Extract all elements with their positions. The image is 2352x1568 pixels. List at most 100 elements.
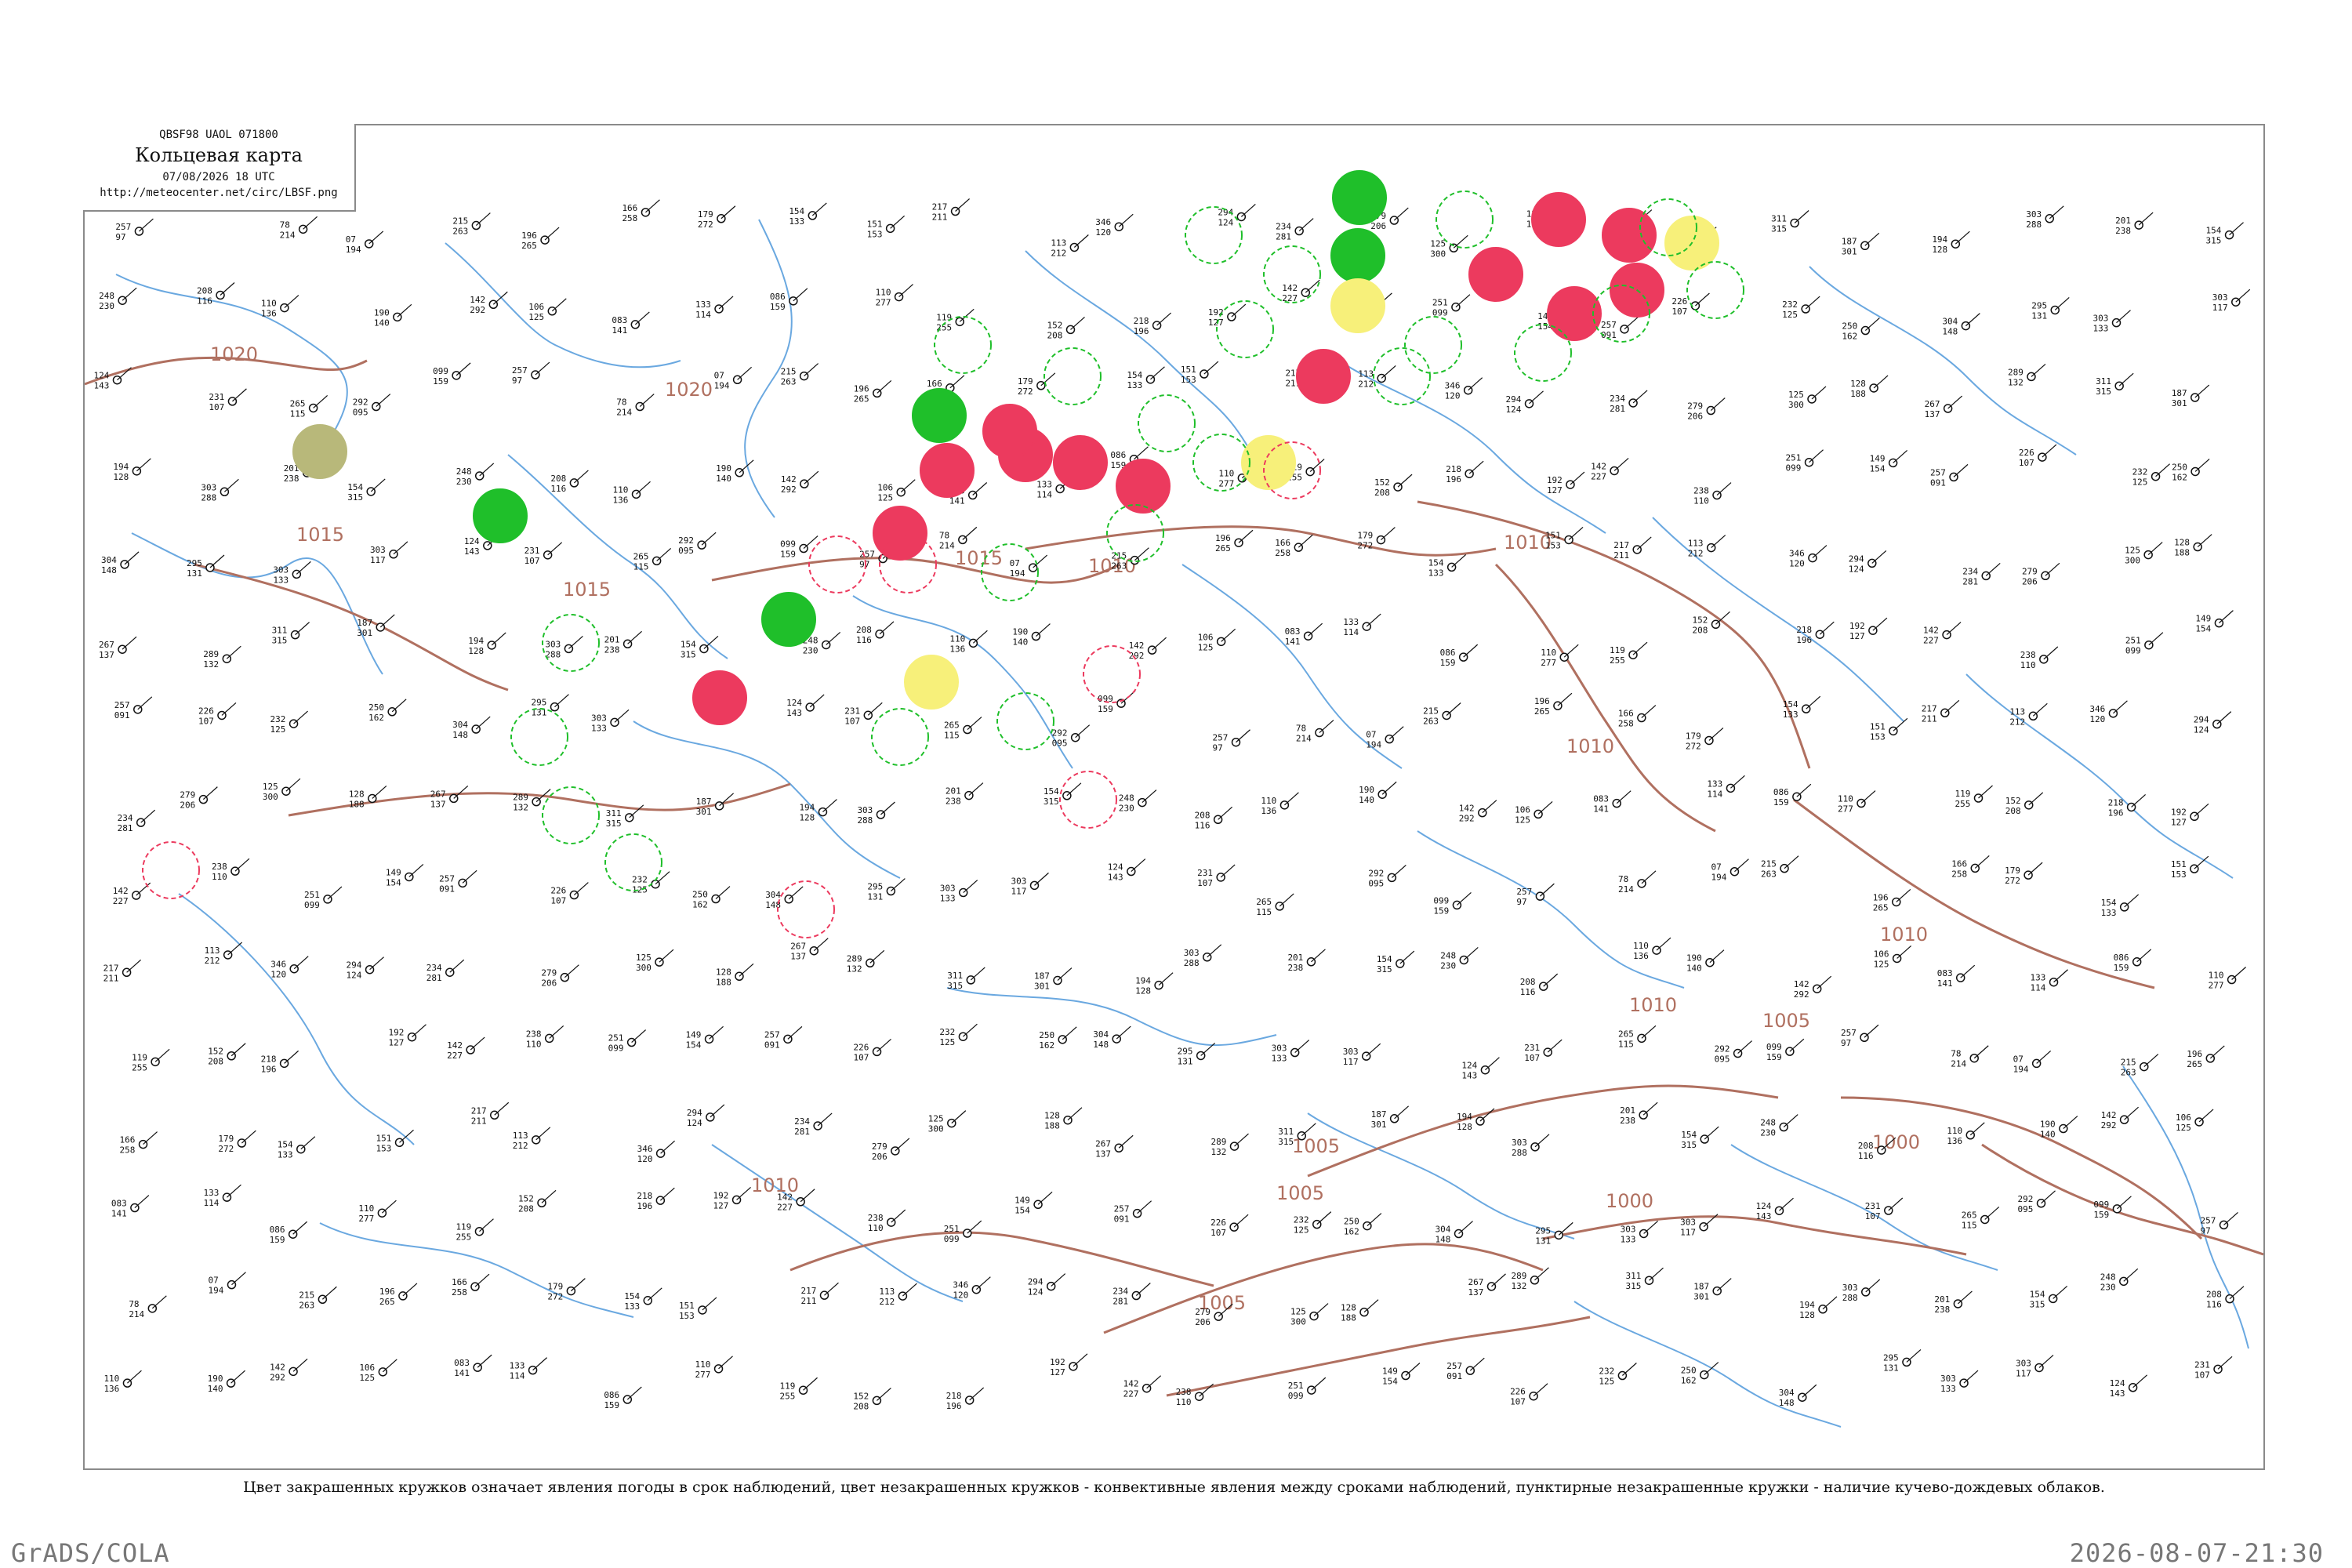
map-date: 07/08/2026 18 UTC [162,171,275,183]
station-value: 127 [713,1200,729,1210]
station-value: 272 [698,220,713,230]
map-frame[interactable]: 1020 1020 1015 1015 1015 1010 1010 1010 1010 1010… [83,124,2265,1470]
station-value: 149 [1870,453,1886,463]
station-value: 272 [2005,876,2020,886]
legend-caption: Цвет закрашенных кружков означает явлени… [243,1479,2105,1496]
wind-barb [1062,1026,1077,1040]
station-value: 07 [1366,730,1376,740]
station-value: 97 [115,232,125,242]
station-value: 154 [1044,786,1059,797]
wind-barb [1319,720,1334,734]
wind-barb [962,1023,978,1037]
station-value: 133 [695,299,711,310]
station-value: 281 [1112,1296,1128,1306]
wind-barb [2049,205,2064,220]
station-value: 141 [612,325,627,336]
station-value: 107 [2019,458,2034,468]
weather-ring-filled [873,506,927,561]
station-value: 141 [454,1368,470,1378]
wind-barb [1308,622,1323,637]
wind-barb [1656,937,1671,951]
station-value: 137 [99,650,114,660]
station-value: 179 [1686,731,1701,741]
station-value: 295 [1535,1225,1551,1236]
station-value: 206 [1195,1317,1210,1327]
wind-barb [564,964,579,978]
station-value: 279 [541,968,557,978]
wind-barb [975,1276,991,1290]
wind-barb [1284,792,1299,806]
station-value: 107 [1865,1211,1881,1221]
station-value: 124 [1506,405,1522,415]
station-value: 304 [452,720,468,730]
station-value: 288 [201,492,216,503]
station-value: 107 [854,1052,869,1062]
wind-barb [220,282,235,296]
wind-barb [393,541,408,555]
wind-barb [1070,316,1085,330]
wind-barb [718,1356,733,1370]
wind-barb [1234,1133,1249,1147]
weather-ring-filled [1332,170,1387,225]
wind-barb [382,1359,397,1373]
station-value: 107 [1210,1228,1226,1238]
wind-barb [736,1186,751,1200]
station-value: 151 [867,219,883,229]
station-value: 115 [1962,1220,1977,1230]
station-value: 133 [1783,710,1798,720]
station-value: 106 [877,483,893,493]
station-value: 196 [637,1201,652,1211]
wind-barb [1944,699,1960,713]
wind-barb [1568,526,1584,540]
station-value: 208 [1858,1141,1874,1151]
station-value: 162 [1344,1227,1359,1237]
station-value: 110 [1176,1397,1192,1407]
wind-barb [1960,964,1976,978]
station-value: 238 [212,862,227,872]
station-value: 250 [368,702,384,713]
station-value: 215 [1423,706,1439,716]
station-value: 159 [270,1235,285,1245]
station-value: 128 [1932,245,1947,255]
wind-barb [321,1286,337,1300]
water-line [131,532,383,675]
station-value: 300 [1430,249,1446,259]
station-value: 196 [2187,1049,2202,1059]
station-value: 234 [794,1116,810,1127]
station-value: 083 [1937,968,1953,978]
station-value: 292 [678,535,694,546]
station-value: 143 [1108,873,1123,883]
source-url: http://meteocenter.net/circ/LBSF.png [100,187,338,199]
wind-barb [1860,790,1876,804]
station-value: 294 [1028,1277,1044,1287]
station-value: 258 [1275,548,1290,558]
station-value: 208 [2206,1290,2222,1300]
station-value: 208 [1047,330,1063,340]
wind-barb [477,1354,492,1368]
station-value: 153 [1870,731,1886,742]
wind-barb [1066,782,1082,797]
station-value: 110 [1261,796,1276,806]
wind-barb [967,1220,982,1234]
station-value: 212 [205,956,220,966]
wind-barb [2194,803,2209,817]
station-value: 124 [1461,1061,1477,1071]
station-value: 107 [550,896,566,906]
station-value: 142 [2101,1110,2117,1120]
wind-barb [710,1104,725,1118]
station-value: 07 [1711,862,1721,873]
station-value: 140 [374,318,390,328]
station-value: 125 [359,1373,375,1383]
station-value: 315 [2206,236,2222,246]
wind-barb [573,882,589,895]
station-value: 303 [1343,1047,1359,1057]
wind-barb [1233,1214,1249,1228]
station-value: 154 [347,482,363,492]
station-value: 119 [936,312,952,322]
wind-barb [234,858,250,872]
station-value: 143 [464,546,480,557]
station-value: 152 [208,1047,223,1057]
wind-barb [2124,1106,2139,1120]
station-value: 136 [1947,1136,1962,1146]
ring-map[interactable]: 10201020101510151015 10101010101010101010… [85,125,2263,1468]
